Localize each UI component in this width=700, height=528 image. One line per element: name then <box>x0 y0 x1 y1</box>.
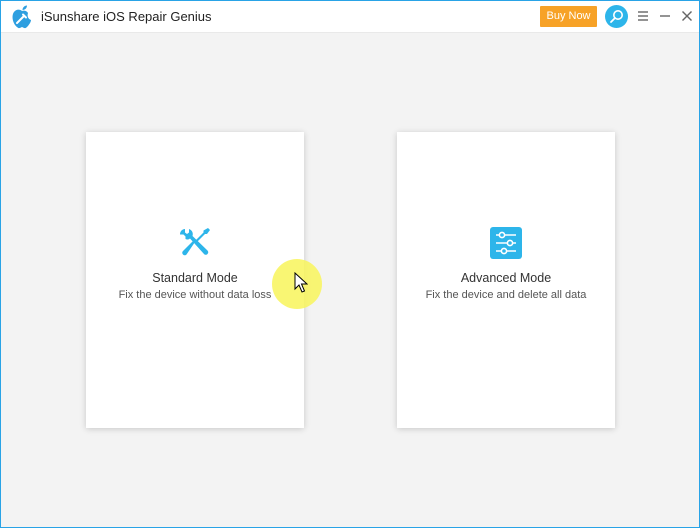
title-bar[interactable]: iSunshare iOS Repair Genius Buy Now <box>1 1 699 33</box>
minimize-button[interactable] <box>656 7 674 25</box>
buy-now-button[interactable]: Buy Now <box>540 6 597 27</box>
app-logo-icon <box>12 5 31 29</box>
minimize-icon <box>660 15 670 17</box>
mouse-pointer-icon <box>294 272 308 293</box>
close-icon <box>682 11 692 21</box>
search-icon <box>610 10 623 23</box>
menu-button[interactable] <box>634 7 652 25</box>
app-window: iSunshare iOS Repair Genius Buy Now Stan… <box>0 0 700 528</box>
standard-mode-description: Fix the device without data loss <box>118 289 272 301</box>
advanced-mode-title: Advanced Mode <box>460 271 552 285</box>
app-title: iSunshare iOS Repair Genius <box>41 9 212 24</box>
close-button[interactable] <box>678 7 696 25</box>
sliders-icon <box>490 227 522 259</box>
tools-icon <box>180 228 210 256</box>
advanced-mode-description: Fix the device and delete all data <box>425 289 587 301</box>
advanced-mode-card[interactable]: Advanced Mode Fix the device and delete … <box>397 132 615 428</box>
search-button[interactable] <box>605 5 628 28</box>
hamburger-menu-icon <box>638 11 648 21</box>
